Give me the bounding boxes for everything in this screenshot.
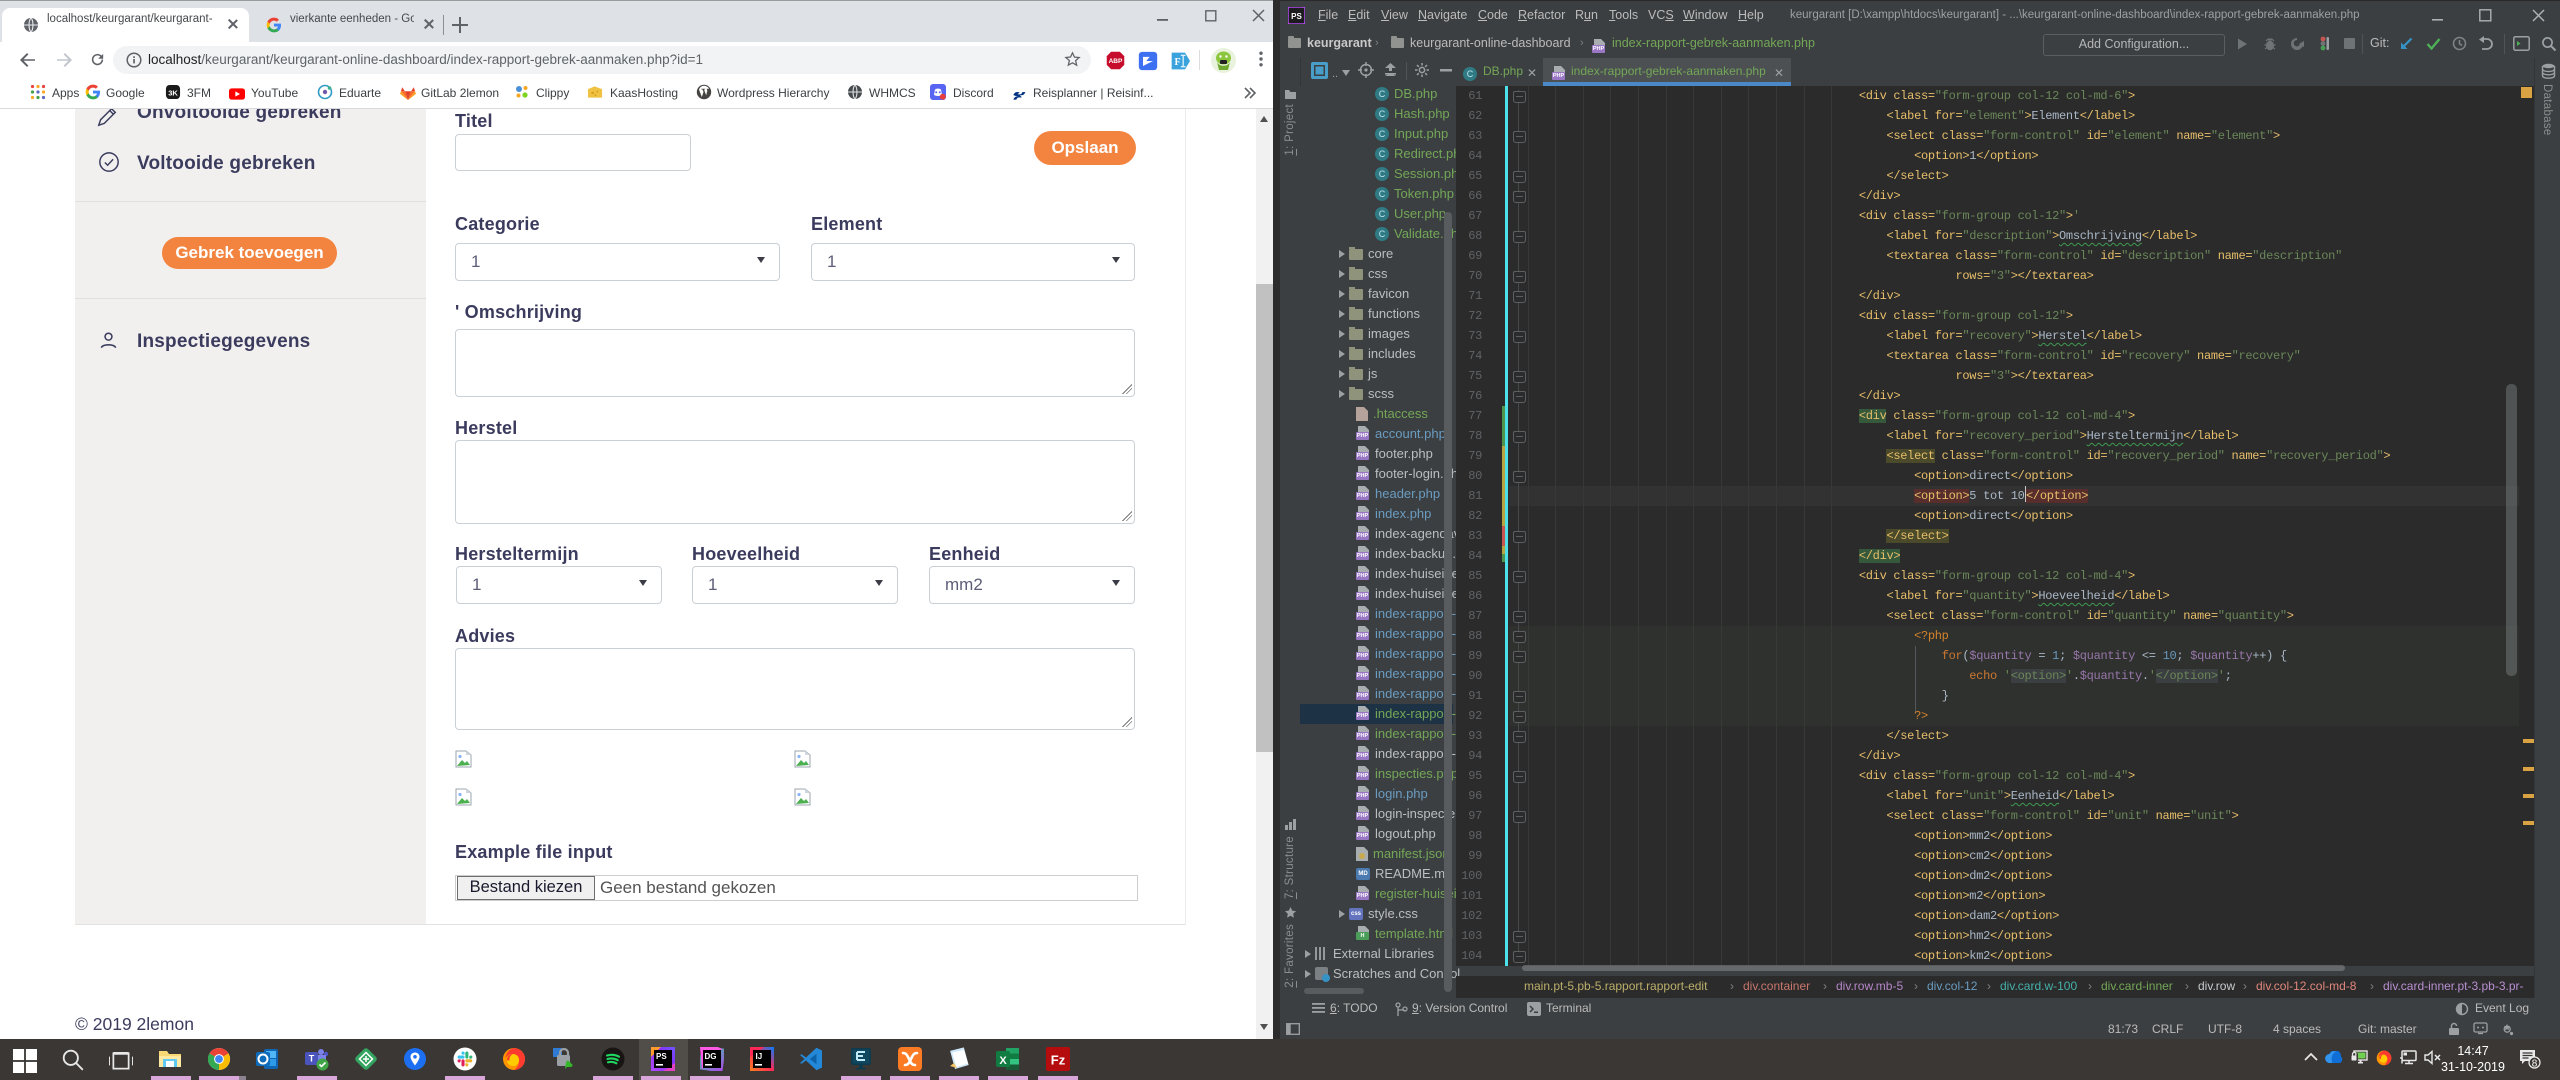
svg-text:ABP: ABP: [1109, 58, 1123, 65]
svg-text:3K: 3K: [168, 88, 178, 97]
svg-text:IJ: IJ: [756, 1052, 763, 1061]
svg-text:X: X: [999, 1055, 1007, 1067]
svg-text:8: 8: [2532, 1059, 2538, 1070]
svg-text:T: T: [309, 1054, 315, 1064]
svg-text:F: F: [1174, 57, 1180, 68]
svg-text:PS: PS: [656, 1052, 667, 1061]
svg-text:Fz: Fz: [1051, 1053, 1066, 1068]
svg-text:PS: PS: [1291, 12, 1302, 21]
svg-text:DG: DG: [705, 1052, 717, 1061]
